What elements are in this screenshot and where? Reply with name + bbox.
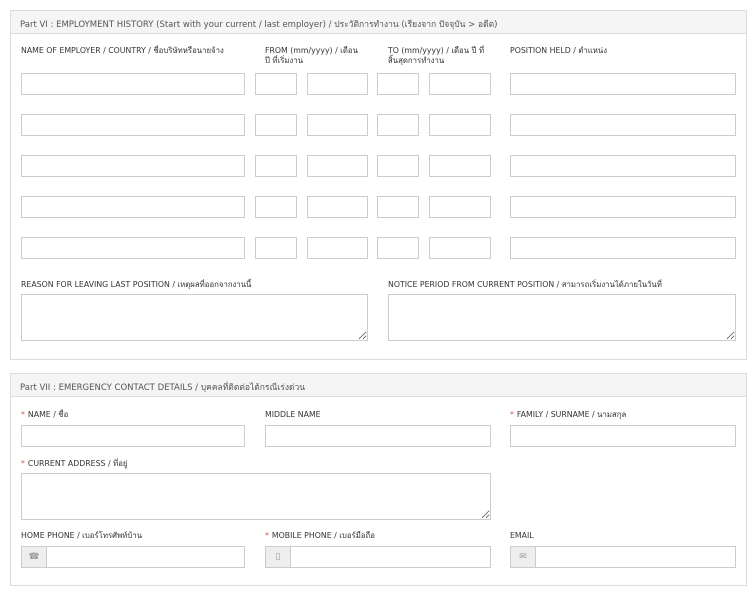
name-label: * NAME / ชื่อ: [21, 410, 68, 420]
from-month-input[interactable]: [255, 237, 297, 259]
required-mark: *: [265, 531, 269, 540]
envelope-icon: ✉: [511, 547, 536, 567]
emergency-address-textarea[interactable]: [21, 473, 491, 520]
required-mark: *: [21, 410, 25, 419]
to-year-input[interactable]: [429, 237, 491, 259]
required-mark: *: [21, 459, 25, 468]
email-input[interactable]: [536, 547, 735, 567]
reason-label: REASON FOR LEAVING LAST POSITION / เหตุผ…: [21, 280, 252, 289]
mobile-phone-field: ▯: [265, 546, 491, 568]
to-year-input[interactable]: [429, 196, 491, 218]
employment-history-panel: Part VI : EMPLOYMENT HISTORY (Start with…: [10, 10, 747, 360]
from-column-label: FROM (mm/yyyy) / เดือน ปี ที่เริ่มงาน: [265, 46, 358, 66]
middle-name-label: MIDDLE NAME: [265, 410, 321, 419]
email-field: ✉: [510, 546, 736, 568]
mobile-icon: ▯: [266, 547, 291, 567]
position-input[interactable]: [510, 73, 736, 95]
emergency-contact-panel: Part VII : EMERGENCY CONTACT DETAILS / บ…: [10, 373, 747, 586]
required-mark: *: [510, 410, 514, 419]
phone-icon: ☎: [22, 547, 47, 567]
notice-label: NOTICE PERIOD FROM CURRENT POSITION / สา…: [388, 280, 662, 289]
position-input[interactable]: [510, 237, 736, 259]
mobile-phone-input[interactable]: [291, 547, 490, 567]
from-month-input[interactable]: [255, 196, 297, 218]
employer-input[interactable]: [21, 237, 245, 259]
from-year-input[interactable]: [307, 73, 368, 95]
employer-input[interactable]: [21, 196, 245, 218]
from-column-label-line1: FROM (mm/yyyy) / เดือน: [265, 46, 358, 55]
to-year-input[interactable]: [429, 73, 491, 95]
emergency-surname-input[interactable]: [510, 425, 736, 447]
home-phone-field: ☎: [21, 546, 245, 568]
position-input[interactable]: [510, 114, 736, 136]
home-phone-label: HOME PHONE / เบอร์โทรศัพท์บ้าน: [21, 531, 143, 540]
home-phone-input[interactable]: [47, 547, 244, 567]
employer-column-label: NAME OF EMPLOYER / COUNTRY / ชื่อบริษัทห…: [21, 46, 224, 55]
notice-textarea[interactable]: [388, 294, 736, 341]
to-year-input[interactable]: [429, 114, 491, 136]
address-label: * CURRENT ADDRESS / ที่อยู่: [21, 459, 127, 469]
from-year-input[interactable]: [307, 114, 368, 136]
employer-input[interactable]: [21, 114, 245, 136]
from-year-input[interactable]: [307, 196, 368, 218]
from-month-input[interactable]: [255, 73, 297, 95]
employer-input[interactable]: [21, 73, 245, 95]
to-column-label-line1: TO (mm/yyyy) / เดือน ปี ที่: [388, 46, 485, 55]
to-month-input[interactable]: [377, 73, 419, 95]
from-year-input[interactable]: [307, 155, 368, 177]
email-label: EMAIL: [510, 531, 534, 540]
from-column-label-line2: ปี ที่เริ่มงาน: [265, 56, 304, 65]
to-year-input[interactable]: [429, 155, 491, 177]
position-column-label: POSITION HELD / ตำแหน่ง: [510, 46, 608, 55]
to-month-input[interactable]: [377, 114, 419, 136]
employer-input[interactable]: [21, 155, 245, 177]
emergency-contact-title: Part VII : EMERGENCY CONTACT DETAILS / บ…: [11, 374, 746, 397]
mobile-phone-label: * MOBILE PHONE / เบอร์มือถือ: [265, 531, 375, 541]
reason-textarea[interactable]: [21, 294, 368, 341]
position-input[interactable]: [510, 155, 736, 177]
emergency-name-input[interactable]: [21, 425, 245, 447]
to-month-input[interactable]: [377, 155, 419, 177]
from-month-input[interactable]: [255, 114, 297, 136]
to-column-label-line2: สิ้นสุดการทำงาน: [388, 56, 445, 65]
emergency-middle-name-input[interactable]: [265, 425, 491, 447]
to-month-input[interactable]: [377, 237, 419, 259]
surname-label: * FAMILY / SURNAME / นามสกุล: [510, 410, 626, 420]
to-column-label: TO (mm/yyyy) / เดือน ปี ที่ สิ้นสุดการทำ…: [388, 46, 484, 66]
mobile-phone-label-text: MOBILE PHONE / เบอร์มือถือ: [271, 531, 375, 540]
from-year-input[interactable]: [307, 237, 368, 259]
employment-history-title: Part VI : EMPLOYMENT HISTORY (Start with…: [11, 11, 746, 34]
address-label-text: CURRENT ADDRESS / ที่อยู่: [27, 459, 128, 468]
position-input[interactable]: [510, 196, 736, 218]
to-month-input[interactable]: [377, 196, 419, 218]
surname-label-text: FAMILY / SURNAME / นามสกุล: [516, 410, 627, 419]
name-label-text: NAME / ชื่อ: [27, 410, 69, 419]
from-month-input[interactable]: [255, 155, 297, 177]
